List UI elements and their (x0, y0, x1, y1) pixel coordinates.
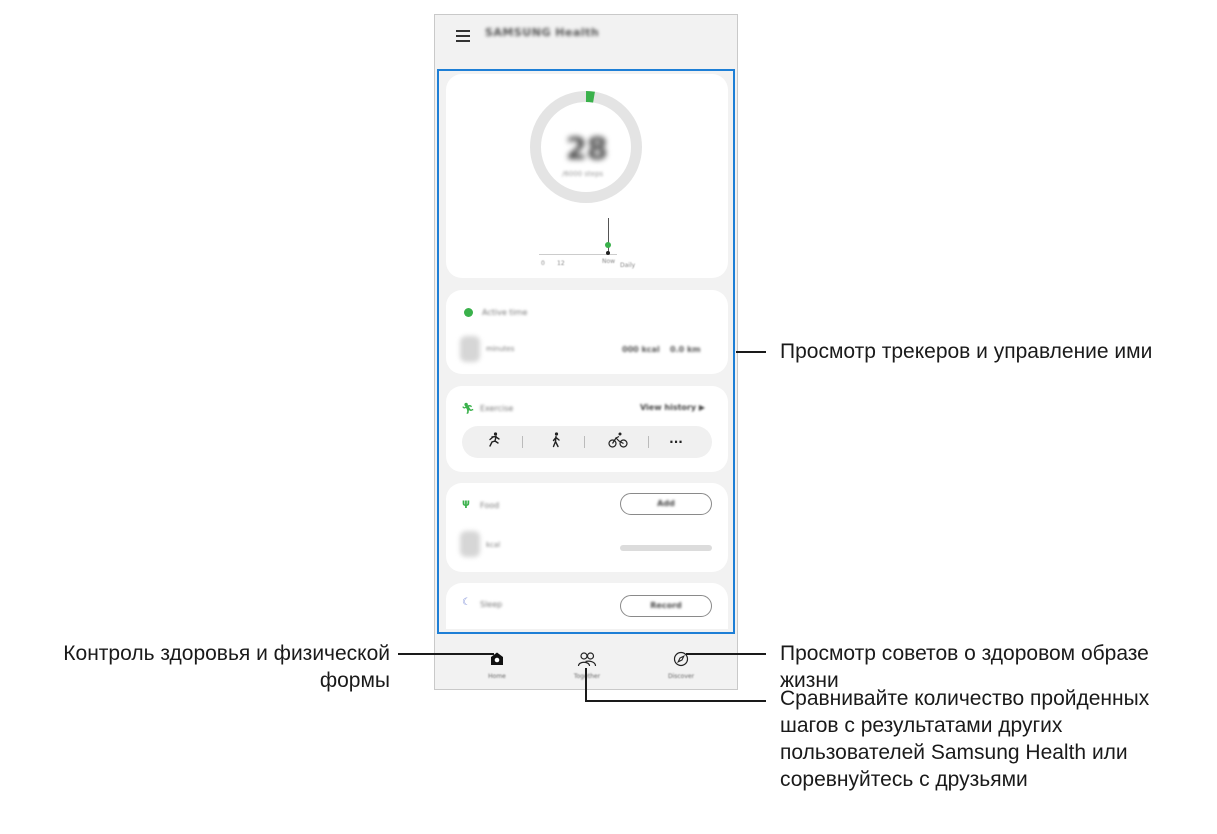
discover-callout-line (686, 653, 766, 655)
together-callout-line-h (585, 700, 766, 702)
together-callout-line-v (585, 668, 587, 700)
callout-compare-line2: шагов с результатами других (780, 714, 1063, 737)
app-bar: SAMSUNG Health (435, 15, 737, 67)
callout-compare: Сравнивайте количество пройденных шагов … (780, 685, 1149, 793)
nav-together[interactable]: Together (557, 651, 617, 680)
nav-discover-label: Discover (667, 673, 695, 680)
nav-together-label: Together (573, 673, 601, 680)
people-icon (577, 652, 597, 667)
callout-compare-line1: Сравнивайте количество пройденных (780, 687, 1150, 710)
callout-trackers: Просмотр трекеров и управление ими (780, 340, 1153, 363)
callout-health: Контроль здоровья и физической формы (0, 640, 390, 694)
nav-home[interactable]: Home (467, 651, 527, 680)
trackers-highlight (437, 69, 735, 634)
nav-home-label: Home (488, 673, 506, 680)
app-title: SAMSUNG Health (485, 26, 600, 39)
home-callout-line (398, 653, 494, 655)
menu-icon[interactable] (456, 28, 470, 42)
callout-health-line2: формы (319, 669, 390, 692)
callout-compare-line4: соревнуйтесь с друзьями (780, 768, 1028, 791)
callout-tips-line1: Просмотр советов о здоровом образе (780, 642, 1149, 665)
nav-discover[interactable]: Discover (651, 651, 711, 680)
callout-compare-line3: пользователей Samsung Health или (780, 741, 1128, 764)
callout-health-line1: Контроль здоровья и физической (63, 642, 390, 665)
trackers-callout-line (736, 351, 766, 353)
